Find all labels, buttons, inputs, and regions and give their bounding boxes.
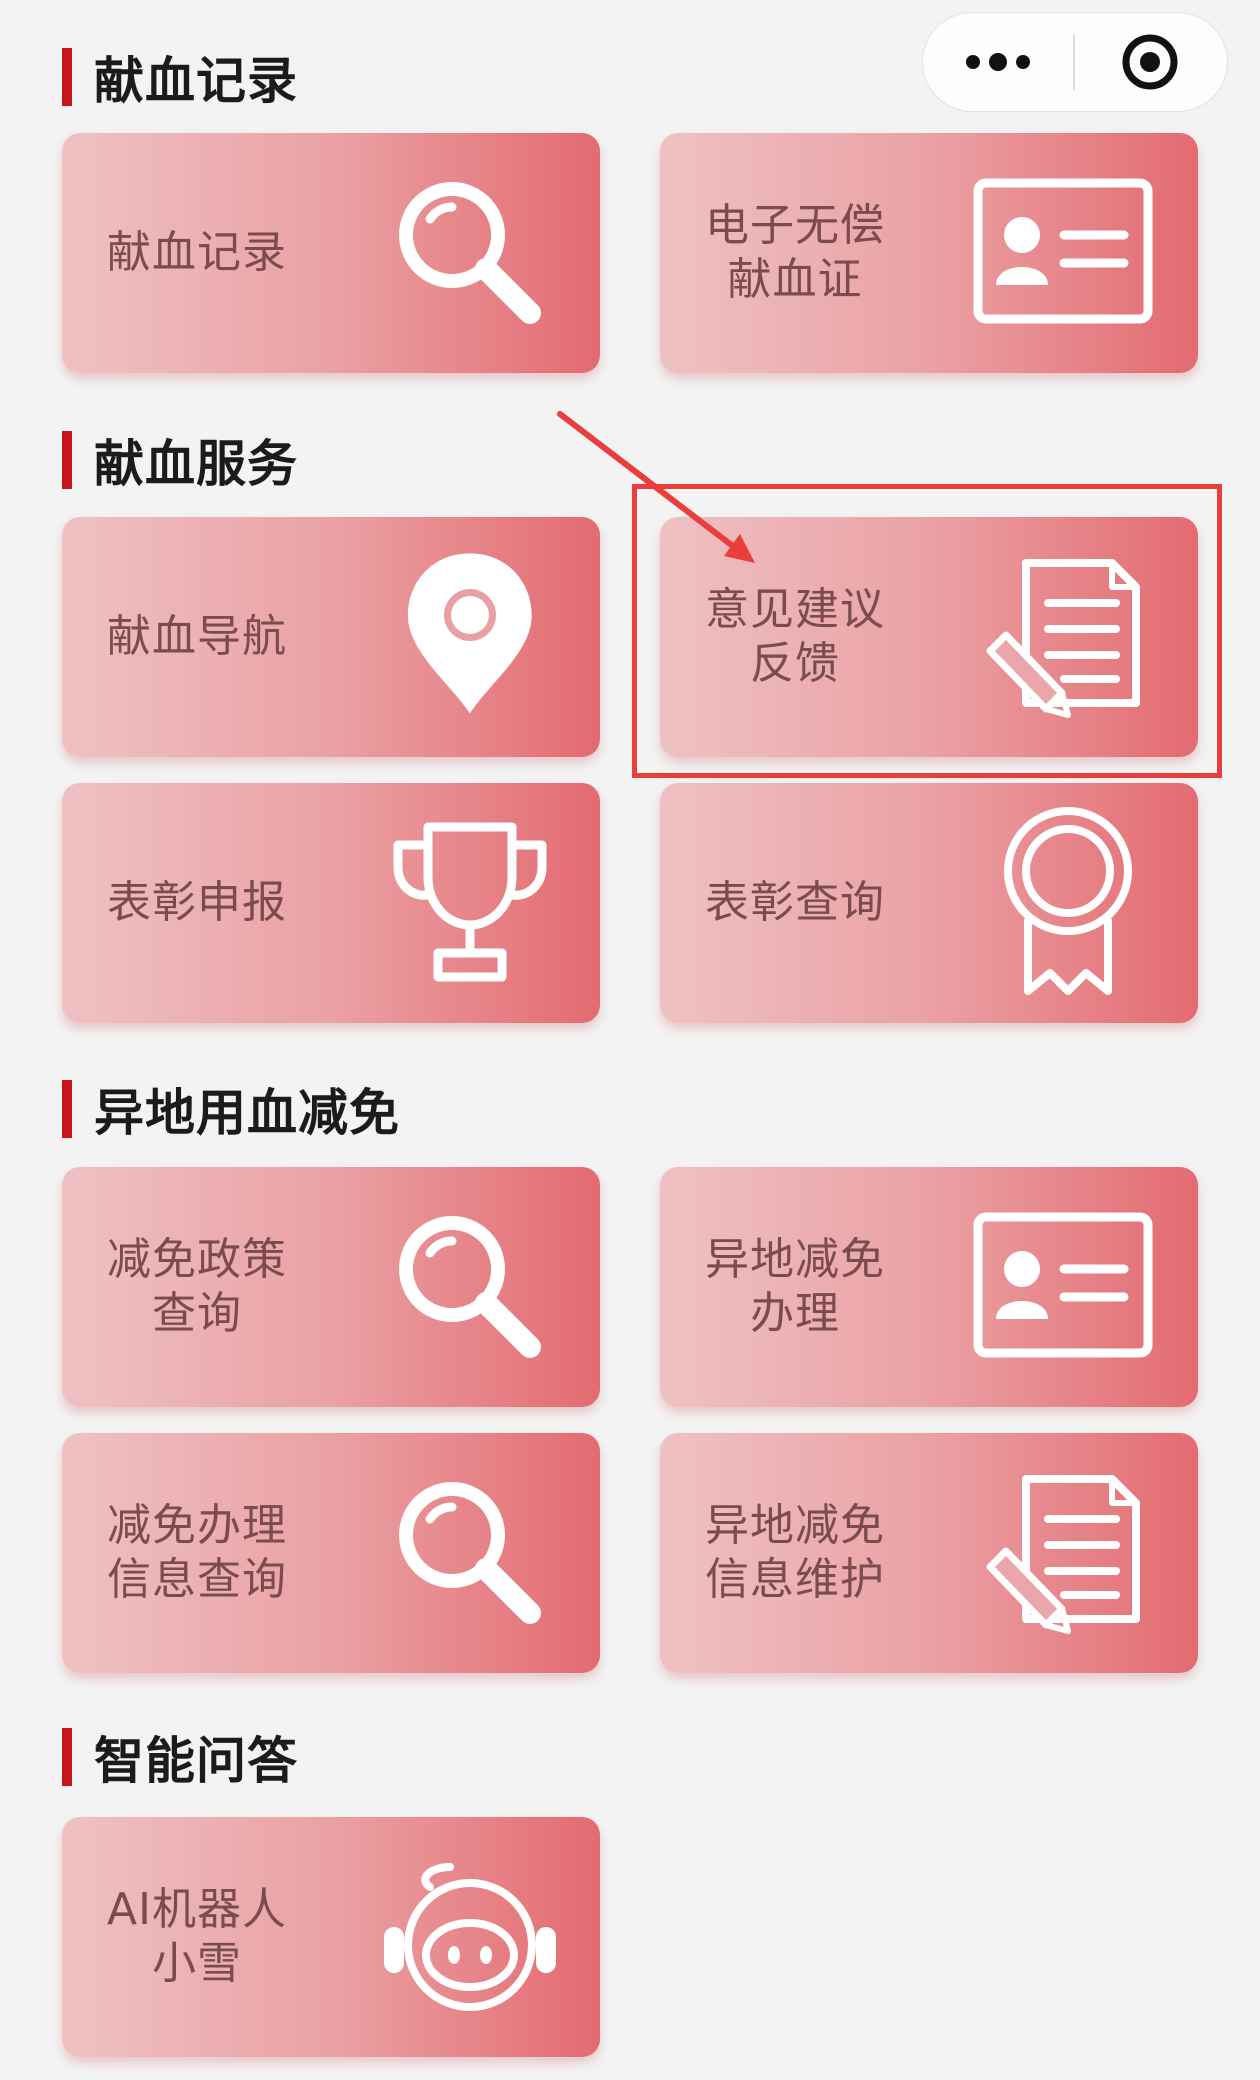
id-card-icon [973, 1207, 1153, 1367]
document-edit-icon [986, 557, 1148, 718]
map-pin-icon [390, 553, 550, 717]
medal-icon [988, 807, 1148, 995]
section-record-title: 献血记录 [62, 47, 298, 110]
section-qa-text: 智能问答 [94, 1732, 298, 1790]
card-policy-query[interactable]: 减免政策 查询 [62, 1167, 600, 1407]
section-accent-bar [62, 431, 72, 489]
miniprogram-capsule [922, 12, 1228, 112]
card-navigation-label: 献血导航 [107, 611, 287, 662]
card-navigation[interactable]: 献血导航 [62, 517, 600, 757]
card-commend-query-label: 表彰查询 [705, 877, 885, 928]
card-offsite-handle-label: 异地减免 办理 [705, 1234, 885, 1339]
card-ai-robot-label: AI机器人 小雪 [106, 1884, 288, 1989]
section-offsite-title: 异地用血减免 [62, 1079, 400, 1142]
card-handle-info-query[interactable]: 减免办理 信息查询 [62, 1433, 600, 1673]
section-service-text: 献血服务 [94, 435, 298, 493]
card-commend-apply[interactable]: 表彰申报 [62, 783, 600, 1023]
magnifier-icon [390, 173, 550, 333]
magnifier-icon [390, 1473, 550, 1633]
card-offsite-handle[interactable]: 异地减免 办理 [660, 1167, 1198, 1407]
card-feedback[interactable]: 意见建议 反馈 [660, 517, 1198, 757]
card-offsite-info-maint-label: 异地减免 信息维护 [705, 1500, 885, 1605]
document-edit-icon [986, 1473, 1148, 1634]
card-feedback-label: 意见建议 反馈 [705, 584, 885, 689]
trophy-icon [390, 822, 550, 983]
card-ai-robot[interactable]: AI机器人 小雪 [62, 1817, 600, 2057]
section-accent-bar [62, 48, 72, 106]
card-commend-query[interactable]: 表彰查询 [660, 783, 1198, 1023]
card-offsite-info-maint[interactable]: 异地减免 信息维护 [660, 1433, 1198, 1673]
blood-donation-services-page: 献血记录 献血记录 电子无偿 献血证 献血服务 献血导航 意见建议 反馈 表彰申… [0, 0, 1260, 2080]
card-record-query[interactable]: 献血记录 [62, 133, 600, 373]
card-commend-apply-label: 表彰申报 [107, 877, 287, 928]
card-e-certificate-label: 电子无偿 献血证 [705, 200, 885, 305]
section-offsite-text: 异地用血减免 [94, 1084, 400, 1142]
section-accent-bar [62, 1080, 72, 1138]
robot-icon [384, 1857, 556, 2017]
more-button[interactable] [923, 13, 1073, 111]
magnifier-icon [390, 1207, 550, 1367]
card-record-query-label: 献血记录 [107, 227, 287, 278]
section-record-text: 献血记录 [94, 52, 298, 110]
close-button[interactable] [1075, 13, 1225, 111]
target-close-icon [1122, 34, 1178, 90]
section-accent-bar [62, 1728, 72, 1786]
card-policy-query-label: 减免政策 查询 [107, 1234, 287, 1339]
card-handle-info-query-label: 减免办理 信息查询 [107, 1500, 287, 1605]
section-qa-title: 智能问答 [62, 1727, 298, 1790]
more-dots-icon [966, 53, 1030, 71]
id-card-icon [973, 173, 1153, 333]
card-e-certificate[interactable]: 电子无偿 献血证 [660, 133, 1198, 373]
section-service-title: 献血服务 [62, 430, 298, 493]
